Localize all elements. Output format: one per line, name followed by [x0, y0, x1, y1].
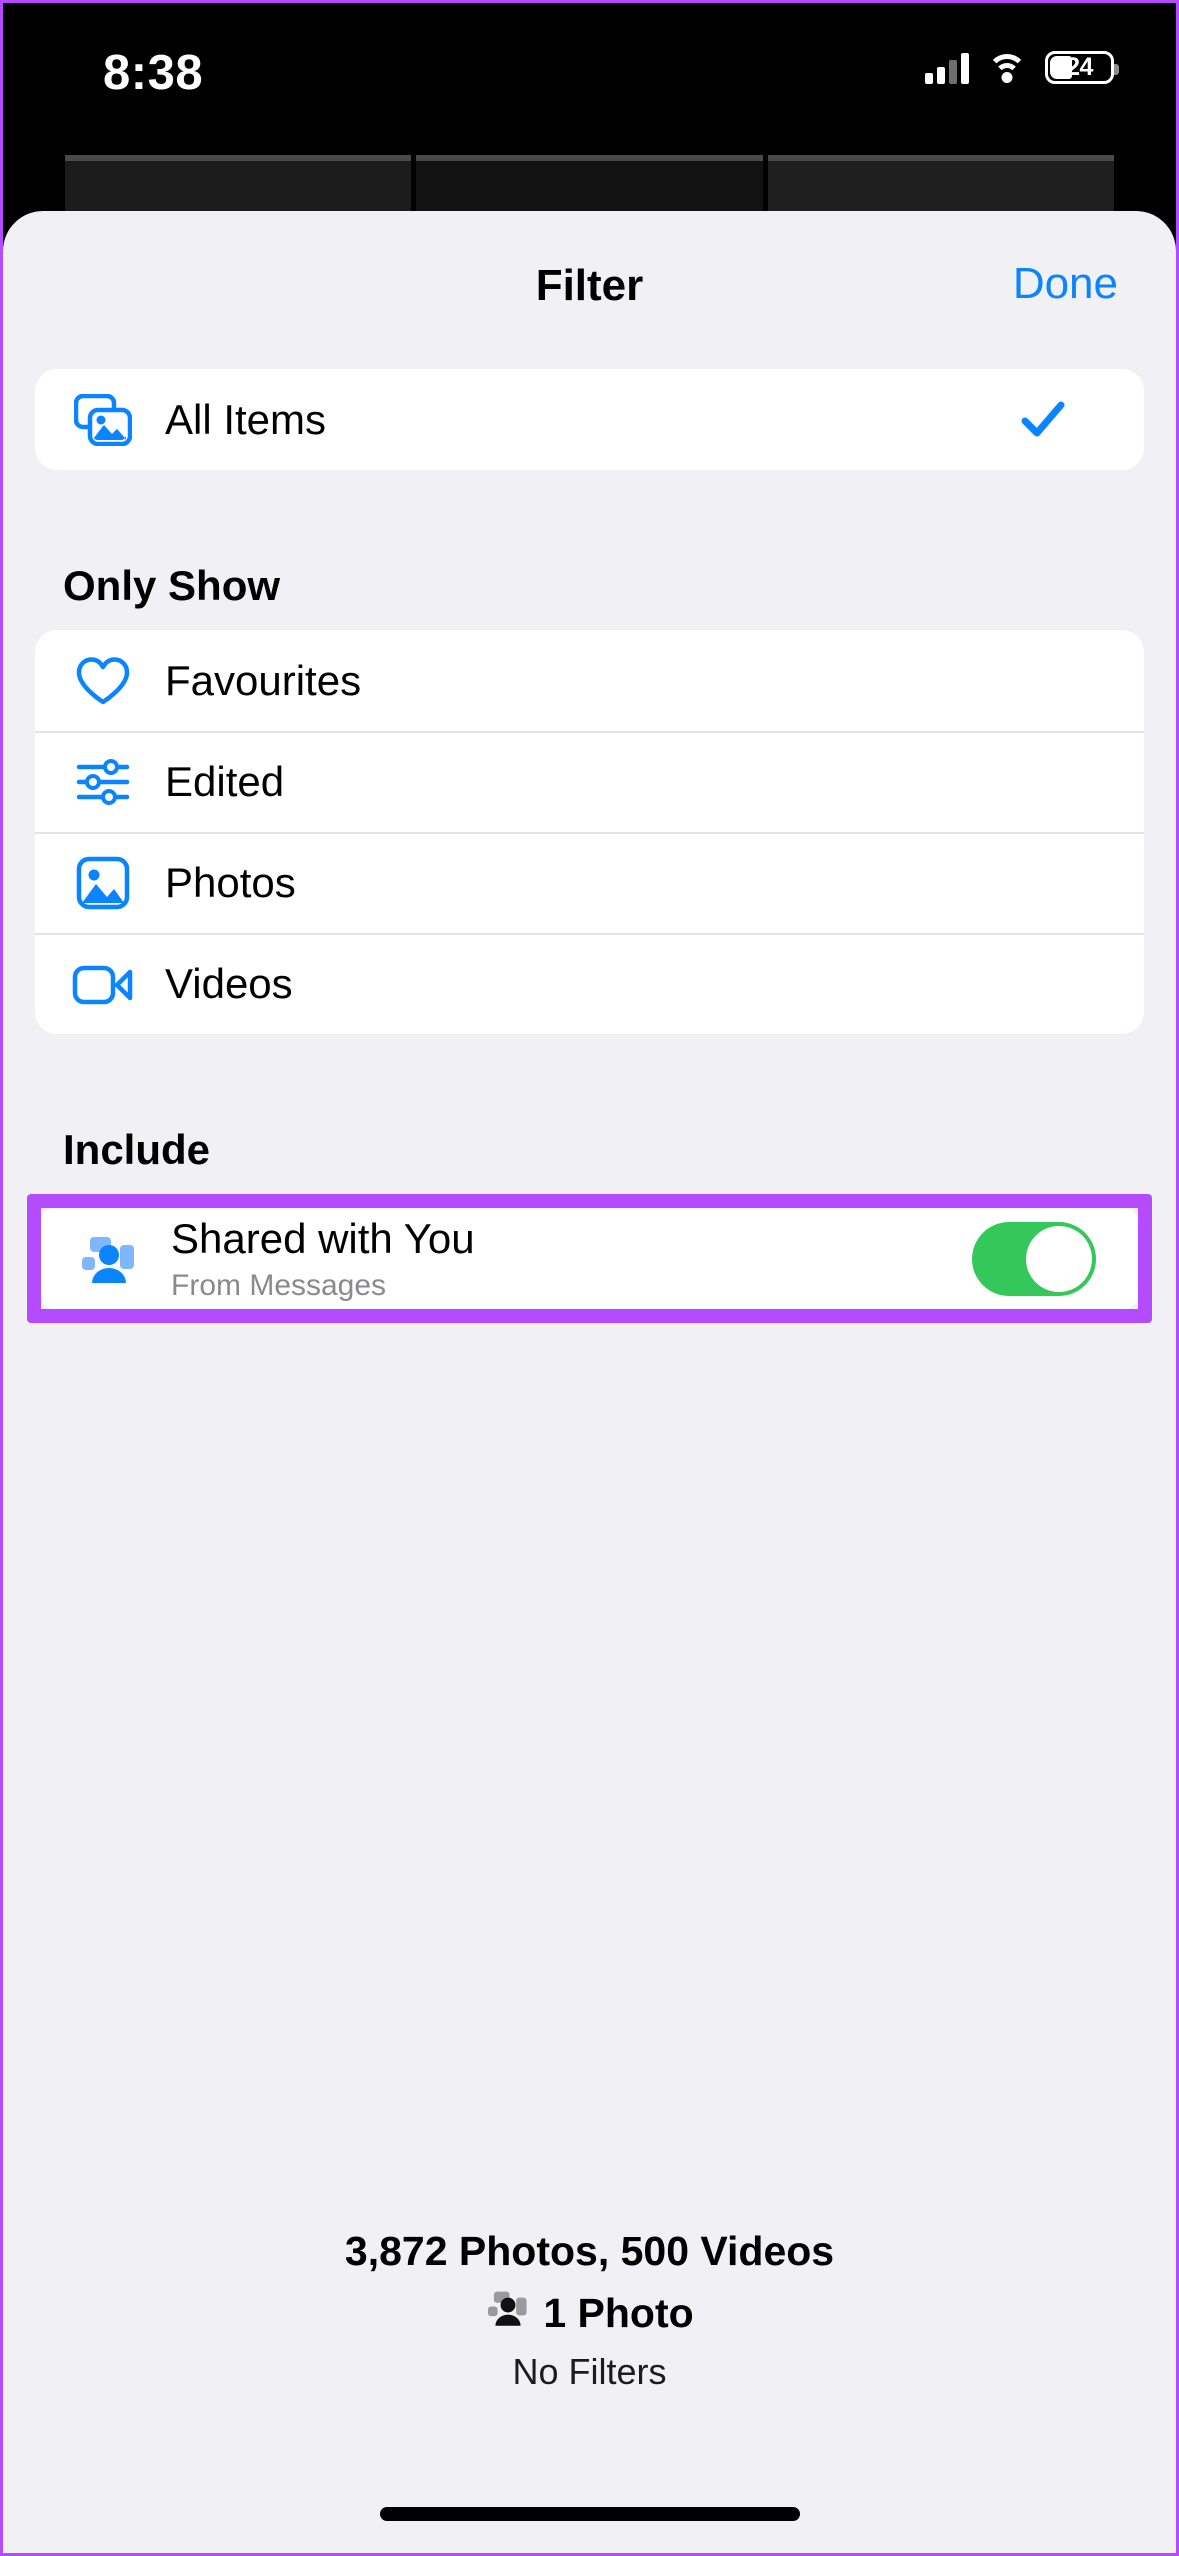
filter-option-edited[interactable]: Edited	[35, 731, 1144, 832]
summary-filters-status: No Filters	[512, 2351, 667, 2392]
home-indicator[interactable]	[379, 2507, 800, 2521]
filter-sheet: Filter Done All Items Only Show Favourit…	[3, 211, 1176, 2553]
filter-option-label: Photos	[165, 858, 296, 906]
shared-with-you-highlight: Shared with You From Messages	[27, 1194, 1152, 1323]
filter-option-label: Shared with You	[171, 1214, 475, 1262]
filter-option-sublabel: From Messages	[171, 1268, 387, 1302]
battery-icon: 24	[1045, 51, 1119, 84]
library-summary: 3,872 Photos, 500 Videos 1 Photo No Filt…	[3, 2228, 1176, 2393]
section-header-include: Include	[63, 1126, 211, 1173]
summary-shared-row: 1 Photo	[3, 2287, 1176, 2339]
summary-counts: 3,872 Photos, 500 Videos	[344, 2228, 835, 2274]
filter-option-label: Videos	[165, 959, 293, 1007]
include-card: Shared with You From Messages	[41, 1208, 1138, 1309]
section-header-only-show: Only Show	[63, 562, 281, 609]
done-button[interactable]: Done	[1013, 259, 1118, 309]
heart-icon	[71, 649, 135, 713]
filter-option-label: Edited	[165, 757, 285, 805]
filter-option-label: Favourites	[165, 656, 362, 704]
only-show-card: Favourites Edited Photos Videos	[35, 630, 1144, 1034]
filter-option-all-items[interactable]: All Items	[35, 369, 1144, 470]
filter-option-label: All Items	[165, 395, 327, 443]
battery-percent-label: 24	[1066, 53, 1093, 81]
filter-option-shared-with-you[interactable]: Shared with You From Messages	[41, 1208, 1138, 1309]
sliders-icon	[71, 750, 135, 814]
wifi-icon	[986, 52, 1028, 83]
filter-option-photos[interactable]: Photos	[35, 832, 1144, 933]
cellular-signal-icon	[925, 51, 969, 84]
shared-with-you-icon	[485, 2287, 531, 2339]
status-bar-time: 8:38	[103, 46, 204, 100]
status-bar-indicators: 24	[925, 51, 1119, 84]
shared-with-you-text: Shared with You From Messages	[171, 1215, 475, 1303]
all-items-card: All Items	[35, 369, 1144, 470]
shared-with-you-toggle[interactable]	[972, 1221, 1096, 1296]
checkmark-icon	[1020, 397, 1066, 443]
toggle-knob	[1026, 1225, 1092, 1292]
filter-option-videos[interactable]: Videos	[35, 933, 1144, 1034]
sheet-header: Filter Done	[3, 211, 1176, 331]
status-bar: 8:38 24	[3, 3, 1176, 153]
photo-stack-icon	[71, 388, 135, 452]
filter-option-favourites[interactable]: Favourites	[35, 630, 1144, 731]
video-camera-icon	[71, 952, 135, 1016]
shared-with-you-icon	[77, 1227, 141, 1291]
photo-icon	[71, 851, 135, 915]
page-title: Filter	[535, 261, 644, 310]
summary-shared-count: 1 Photo	[543, 2289, 694, 2336]
phone-screen: 8:38 24 Filter Done All Items Only Show …	[0, 0, 1179, 2556]
